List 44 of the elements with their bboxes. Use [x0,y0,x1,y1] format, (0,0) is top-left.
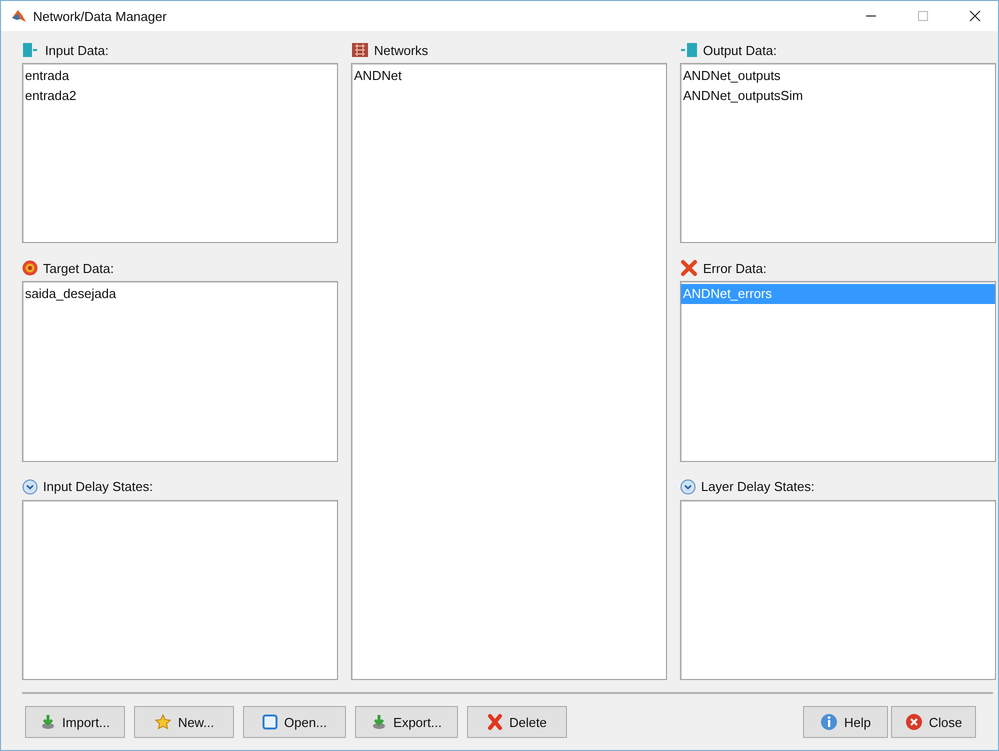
data-list[interactable]: ANDNet [351,63,667,680]
action-button[interactable]: Close [891,706,976,738]
panel-label: Networks [374,42,428,58]
chevron-down-icon [680,478,696,495]
list-item[interactable]: ANDNet_outputsSim [681,86,995,106]
cross-icon [487,714,504,730]
panel-label: Output Data: [703,42,777,58]
data-list[interactable]: entrada entrada2 [22,63,338,244]
panel-label: Layer Delay States: [701,479,814,494]
action-button[interactable]: Import... [25,706,125,738]
list-item[interactable]: ANDNet [352,66,666,86]
data-list[interactable] [22,500,338,680]
maximize-icon[interactable] [917,10,929,22]
chevron-down-icon [22,478,38,495]
download-icon [40,714,56,730]
action-button[interactable]: Help [803,706,888,738]
info-icon [820,713,838,731]
panel-label: Target Data: [43,260,114,276]
window-icon [262,714,278,730]
star-icon [154,714,172,730]
data-list[interactable] [680,500,996,680]
panel-label: Input Data: [45,42,109,58]
cross-icon [680,260,698,276]
list-item[interactable]: entrada2 [23,86,337,106]
panel-label: Error Data: [703,260,767,276]
action-button[interactable]: New... [134,706,234,738]
network-icon [351,42,369,58]
download-icon [371,714,388,730]
list-item[interactable]: ANDNet_outputs [681,66,995,86]
window-title: Network/Data Manager [33,8,168,24]
close-icon [904,713,923,731]
list-item[interactable]: saida_desejada [23,284,337,304]
target-icon [22,260,38,276]
panel-label: Input Delay States: [43,479,153,494]
data-list[interactable]: ANDNet_outputs ANDNet_outputsSim [680,63,996,244]
close-icon[interactable] [969,10,981,22]
input-icon [22,42,40,58]
data-list[interactable]: saida_desejada [22,281,338,462]
app-logo-icon [11,9,27,23]
action-button[interactable]: Open... [243,706,346,738]
action-button[interactable]: Export... [355,706,458,738]
list-item[interactable]: entrada [23,66,337,86]
output-icon [680,42,698,58]
action-button[interactable]: Delete [467,706,567,738]
